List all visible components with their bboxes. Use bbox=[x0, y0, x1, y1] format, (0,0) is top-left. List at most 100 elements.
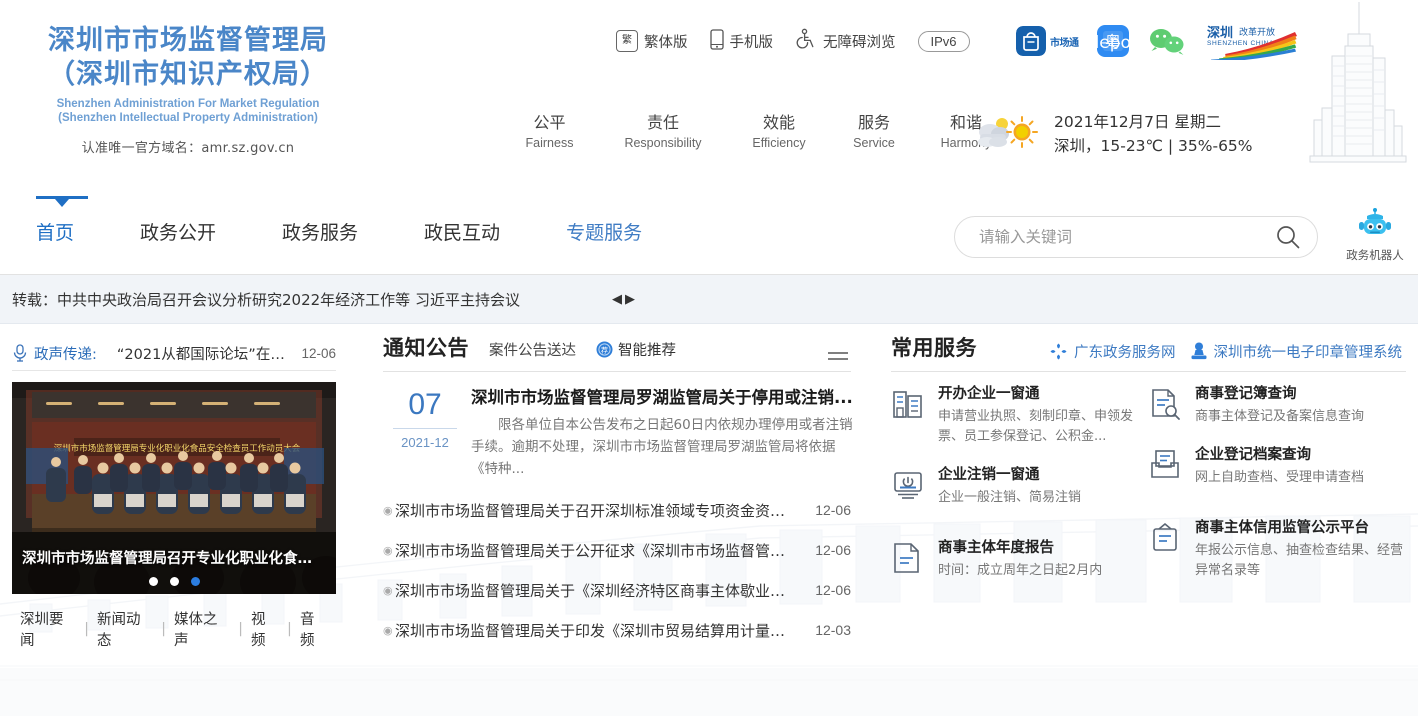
government-robot-button[interactable]: 政务机器人 bbox=[1344, 208, 1406, 263]
notice-list-item[interactable]: ◉ 深圳市市场监督管理局关于《深圳经济特区商事主体歇业实... 12-06 bbox=[383, 570, 851, 610]
service-title: 企业登记档案查询 bbox=[1195, 445, 1405, 465]
shichangtong-app-icon[interactable]: 市场通 bbox=[1016, 26, 1079, 56]
notices-header: 通知公告 案件公告送达 荐 智能推荐 bbox=[383, 332, 851, 372]
sublink-news-updates[interactable]: 新闻动态 bbox=[89, 608, 161, 650]
news-carousel[interactable]: 深圳市市场监督管理局专业化职业化食品安全检查员工作动员大会 bbox=[12, 382, 336, 594]
voice-headline[interactable]: “2021从都国际论坛”在广... bbox=[117, 343, 296, 364]
voice-transmission-row[interactable]: 政声传递: “2021从都国际论坛”在广... 12-06 bbox=[12, 336, 336, 371]
service-title: 商事主体信用监管公示平台 bbox=[1195, 518, 1405, 538]
sublink-media-voice[interactable]: 媒体之声 bbox=[166, 608, 238, 650]
featured-day: 07 bbox=[383, 388, 467, 422]
notice-title[interactable]: 深圳市市场监督管理局关于《深圳经济特区商事主体歇业实... bbox=[395, 580, 803, 601]
skyscraper-illustration bbox=[1302, 0, 1412, 186]
service-card-credit-platform[interactable]: 商事主体信用监管公示平台 年报公示信息、抽查检查结果、经营异常名录等 bbox=[1148, 518, 1405, 581]
sublink-audio[interactable]: 音频 bbox=[292, 608, 336, 650]
left-column: 政声传递: “2021从都国际论坛”在广... 12-06 bbox=[12, 336, 336, 650]
ticker-next-icon[interactable]: ▶ bbox=[625, 292, 635, 307]
traditional-chinese-toggle[interactable]: 繁 繁体版 bbox=[616, 30, 688, 52]
value-cn: 服务 bbox=[845, 112, 903, 134]
value-en: Fairness bbox=[516, 134, 583, 152]
service-title: 商事登记簿查询 bbox=[1195, 384, 1405, 404]
more-menu-icon[interactable] bbox=[827, 349, 849, 363]
notices-column: 通知公告 案件公告送达 荐 智能推荐 07 bbox=[383, 332, 851, 650]
e-seal-link[interactable]: 深圳市统一电子印章管理系统 bbox=[1190, 341, 1403, 362]
service-desc: 商事主体登记及备案信息查询 bbox=[1195, 407, 1405, 427]
sun-behind-cloud-icon bbox=[972, 112, 1042, 156]
case-announcement-link[interactable]: 案件公告送达 bbox=[489, 339, 576, 362]
svg-text:改革开放: 改革开放 bbox=[1239, 26, 1275, 38]
svg-text:粤: 粤 bbox=[1104, 33, 1120, 52]
value-responsibility[interactable]: 责任 Responsibility bbox=[613, 112, 713, 152]
nav-item-topic-services[interactable]: 专题服务 bbox=[566, 218, 642, 245]
traditional-chinese-icon: 繁 bbox=[616, 30, 638, 52]
notice-list-item[interactable]: ◉ 深圳市市场监督管理局关于公开征求《深圳市市场监督管理... 12-06 bbox=[383, 530, 851, 570]
ticker-controls: ◀ ▶ bbox=[612, 292, 635, 307]
notice-list-item[interactable]: ◉ 深圳市市场监督管理局关于印发《深圳市贸易结算用计量器... 12-03 bbox=[383, 610, 851, 650]
nav-item-public-interaction[interactable]: 政民互动 bbox=[424, 218, 500, 245]
service-title: 企业注销一窗通 bbox=[938, 465, 1148, 485]
svg-text:荐: 荐 bbox=[601, 346, 608, 355]
carousel-dot-3[interactable] bbox=[191, 577, 200, 586]
main-content: 政声传递: “2021从都国际论坛”在广... 12-06 bbox=[0, 324, 1418, 716]
service-card-registry-query[interactable]: 商事登记簿查询 商事主体登记及备案信息查询 bbox=[1148, 384, 1405, 427]
service-card-open-business[interactable]: 开办企业一窗通 申请营业执照、刻制印章、申领发票、员工参保登记、公积金... bbox=[891, 384, 1148, 447]
yueshengshi-app-icon[interactable]: depot 粤 bbox=[1097, 25, 1129, 57]
document-report-icon bbox=[891, 541, 925, 575]
services-column: 常用服务 广东政务服务网 bbox=[891, 332, 1406, 599]
voice-label: 政声传递: bbox=[34, 343, 97, 364]
value-service[interactable]: 服务 Service bbox=[845, 112, 903, 152]
sublink-video[interactable]: 视频 bbox=[243, 608, 287, 650]
site-logo[interactable]: 深圳市市场监督管理局 （深圳市知识产权局） Shenzhen Administr… bbox=[18, 24, 358, 156]
value-efficiency[interactable]: 效能 Efficiency bbox=[743, 112, 815, 152]
service-card-annual-report[interactable]: 商事主体年度报告 时间：成立周年之日起2月内 bbox=[891, 538, 1148, 581]
featured-title[interactable]: 深圳市市场监督管理局罗湖监管局关于停用或注销... bbox=[471, 386, 853, 410]
ticker-headline[interactable]: 转载：中共中央政治局召开会议分析研究2022年经济工作等 习近平主持会议 bbox=[12, 289, 520, 310]
services-header: 常用服务 广东政务服务网 bbox=[891, 332, 1406, 372]
weather-detail: 深圳，15-23℃ | 35%-65% bbox=[1054, 134, 1253, 158]
notices-title: 通知公告 bbox=[383, 332, 469, 362]
notice-title[interactable]: 深圳市市场监督管理局关于召开深圳标准领域专项资金资助... bbox=[395, 500, 803, 521]
notice-title[interactable]: 深圳市市场监督管理局关于印发《深圳市贸易结算用计量器... bbox=[395, 620, 803, 641]
accessibility-link[interactable]: 无障碍浏览 bbox=[795, 28, 896, 54]
service-card-archive-query[interactable]: 企业登记档案查询 网上自助查档、受理申请查档 bbox=[1148, 445, 1405, 488]
value-en: Efficiency bbox=[743, 134, 815, 152]
nav-item-government-services[interactable]: 政务服务 bbox=[282, 218, 358, 245]
notice-date: 12-06 bbox=[803, 502, 851, 518]
wechat-icon[interactable] bbox=[1147, 25, 1187, 57]
weather-widget: 2021年12月7日 星期二 深圳，15-23℃ | 35%-65% bbox=[972, 110, 1253, 158]
guangdong-service-link[interactable]: 广东政务服务网 bbox=[1049, 341, 1176, 362]
weather-date: 2021年12月7日 星期二 bbox=[1054, 110, 1253, 134]
carousel-dot-1[interactable] bbox=[149, 577, 158, 586]
voice-date: 12-06 bbox=[301, 346, 336, 361]
mobile-version-link[interactable]: 手机版 bbox=[710, 29, 774, 54]
nav-item-government-disclosure[interactable]: 政务公开 bbox=[140, 218, 216, 245]
ticker-prev-icon[interactable]: ◀ bbox=[612, 292, 622, 307]
document-search-icon bbox=[1148, 387, 1182, 421]
carousel-dots bbox=[12, 577, 336, 586]
nav-item-home[interactable]: 首页 bbox=[36, 218, 74, 245]
sublink-shenzhen-news[interactable]: 深圳要闻 bbox=[12, 608, 84, 650]
value-en: Responsibility bbox=[613, 134, 713, 152]
service-card-deregistration[interactable]: 企业注销一窗通 企业一般注销、简易注销 bbox=[891, 465, 1148, 508]
shichangtong-label: 市场通 bbox=[1050, 34, 1079, 49]
notice-title[interactable]: 深圳市市场监督管理局关于公开征求《深圳市市场监督管理... bbox=[395, 540, 803, 561]
carousel-dot-2[interactable] bbox=[170, 577, 179, 586]
search-area bbox=[954, 216, 1318, 258]
shenzhen-china-logo[interactable]: 深圳 改革开放 SHENZHEN CHINA bbox=[1205, 22, 1299, 60]
search-icon[interactable] bbox=[1275, 224, 1301, 250]
value-fairness[interactable]: 公平 Fairness bbox=[516, 112, 583, 152]
notice-list: ◉ 深圳市市场监督管理局关于召开深圳标准领域专项资金资助... 12-06 ◉ … bbox=[383, 490, 851, 650]
ipv6-badge[interactable]: IPv6 bbox=[918, 31, 970, 52]
smart-recommend-link[interactable]: 荐 智能推荐 bbox=[596, 339, 676, 362]
notice-list-item[interactable]: ◉ 深圳市市场监督管理局关于召开深圳标准领域专项资金资助... 12-06 bbox=[383, 490, 851, 530]
power-off-icon bbox=[891, 468, 925, 502]
featured-notice[interactable]: 07 2021-12 深圳市市场监督管理局罗湖监管局关于停用或注销... 限各单… bbox=[383, 386, 851, 480]
service-desc: 申请营业执照、刻制印章、申领发票、员工参保登记、公积金... bbox=[938, 407, 1148, 447]
core-values-row: 公平 Fairness 责任 Responsibility 效能 Efficie… bbox=[516, 112, 999, 152]
carousel-caption: 深圳市市场监督管理局召开专业化职业化食品安全检... bbox=[12, 547, 336, 568]
archive-box-icon bbox=[1148, 448, 1182, 482]
accessibility-label: 无障碍浏览 bbox=[823, 31, 896, 52]
service-title: 商事主体年度报告 bbox=[938, 538, 1148, 558]
search-input[interactable] bbox=[977, 227, 1275, 247]
services-right-column: 商事登记簿查询 商事主体登记及备案信息查询 bbox=[1148, 384, 1405, 599]
